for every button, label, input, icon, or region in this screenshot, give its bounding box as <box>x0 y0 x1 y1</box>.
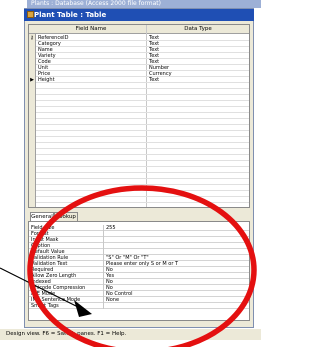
annotation-overlay <box>0 185 257 347</box>
annotation-arrowhead <box>74 300 92 317</box>
annotation-red-circle <box>27 185 257 347</box>
